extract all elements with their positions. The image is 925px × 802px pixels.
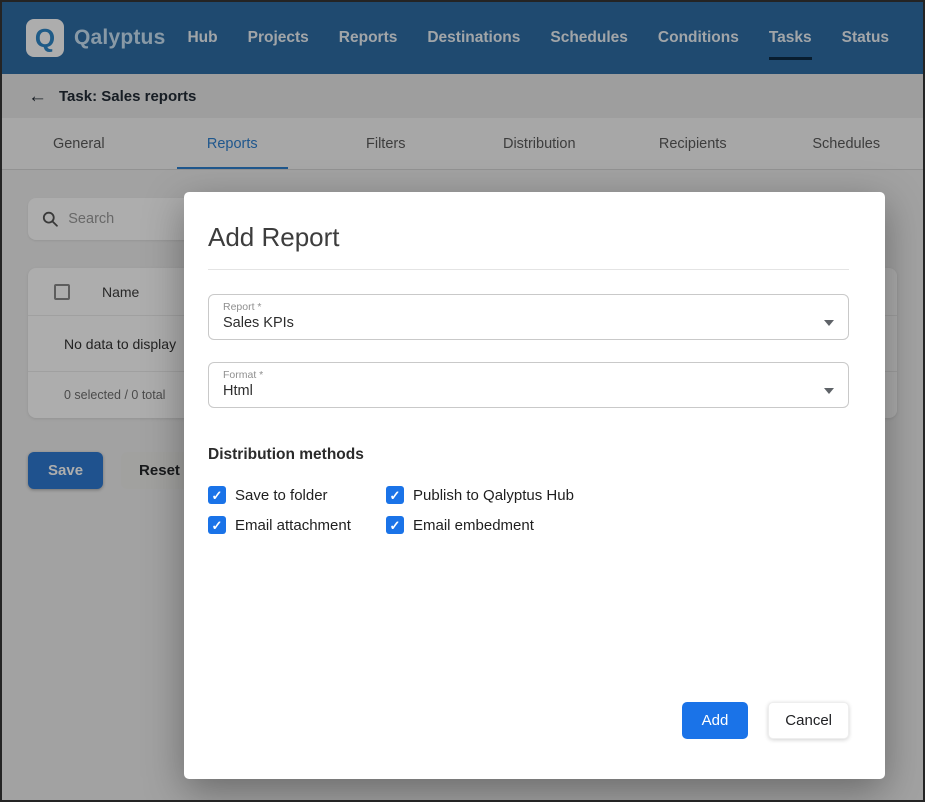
checkbox-email-attachment[interactable]: Email attachment xyxy=(208,516,386,534)
checkbox-save-to-folder[interactable]: Save to folder xyxy=(208,486,386,504)
checkbox-label: Save to folder xyxy=(235,487,328,504)
checkbox-checked-icon[interactable] xyxy=(386,486,404,504)
add-report-dialog: Add Report Report * Sales KPIs Format * … xyxy=(184,192,885,779)
chevron-down-icon xyxy=(824,320,834,326)
checkbox-checked-icon[interactable] xyxy=(208,516,226,534)
report-select[interactable]: Report * Sales KPIs xyxy=(208,294,849,340)
format-select-value-row: Html xyxy=(223,383,834,399)
dialog-footer: Add Cancel xyxy=(208,702,849,739)
format-select-value: Html xyxy=(223,383,253,399)
checkbox-checked-icon[interactable] xyxy=(208,486,226,504)
checkbox-label: Email attachment xyxy=(235,517,351,534)
title-divider xyxy=(208,269,849,270)
spacer xyxy=(208,534,849,702)
checkbox-checked-icon[interactable] xyxy=(386,516,404,534)
checkbox-email-embedment[interactable]: Email embedment xyxy=(386,516,574,534)
add-button[interactable]: Add xyxy=(682,702,749,739)
report-select-value-row: Sales KPIs xyxy=(223,315,834,331)
report-select-label: Report * xyxy=(223,301,834,313)
format-select[interactable]: Format * Html xyxy=(208,362,849,408)
qalyptus-app: Q Qalyptus Hub Projects Reports Destinat… xyxy=(0,0,925,802)
report-select-value: Sales KPIs xyxy=(223,315,294,331)
checkbox-label: Email embedment xyxy=(413,517,534,534)
distribution-methods-heading: Distribution methods xyxy=(208,446,849,464)
cancel-button[interactable]: Cancel xyxy=(768,702,849,739)
checkbox-label: Publish to Qalyptus Hub xyxy=(413,487,574,504)
dialog-title: Add Report xyxy=(208,222,849,253)
distribution-methods-group: Save to folder Publish to Qalyptus Hub E… xyxy=(208,486,849,534)
chevron-down-icon xyxy=(824,388,834,394)
checkbox-publish-to-qalyptus-hub[interactable]: Publish to Qalyptus Hub xyxy=(386,486,574,504)
format-select-label: Format * xyxy=(223,369,834,381)
